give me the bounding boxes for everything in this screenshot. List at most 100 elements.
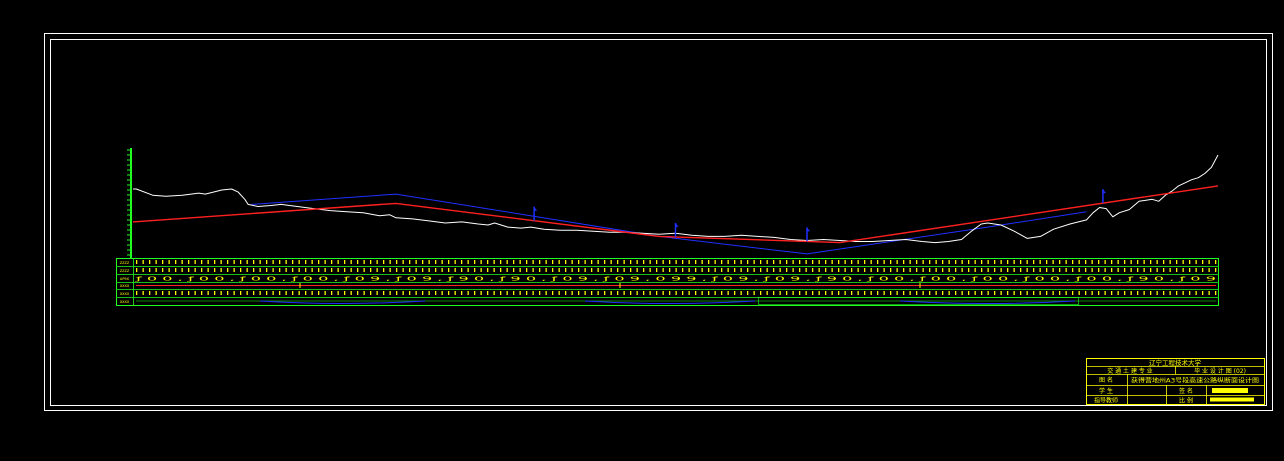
data-band-tick — [1078, 291, 1080, 295]
data-band-tick — [545, 291, 547, 295]
elevation-axis — [127, 148, 132, 258]
data-band-tick — [974, 291, 976, 295]
data-band-tick — [1033, 268, 1035, 272]
data-band-tick — [1124, 291, 1126, 295]
data-band-tick — [409, 291, 411, 295]
data-band-tick — [474, 260, 476, 264]
data-band-tick — [1046, 268, 1048, 272]
student-signature-bar — [1212, 388, 1248, 393]
data-band-tick — [259, 260, 261, 264]
data-band-tick — [298, 260, 300, 264]
data-band-tick — [1091, 268, 1093, 272]
data-band-tick — [188, 260, 190, 264]
data-band-tick — [792, 268, 794, 272]
data-band-tick — [1020, 268, 1022, 272]
data-band-tick — [1117, 268, 1119, 272]
data-band-tick — [285, 291, 287, 295]
data-band-tick — [643, 291, 645, 295]
data-band-tick — [1130, 291, 1132, 295]
data-band-tick — [168, 268, 170, 272]
data-band-tick — [1039, 260, 1041, 264]
data-band-tick — [903, 291, 905, 295]
data-band-tick — [428, 268, 430, 272]
data-band-tick — [669, 260, 671, 264]
data-band-tick — [961, 268, 963, 272]
data-band-tick — [805, 291, 807, 295]
scale-label: 比 例 — [1179, 397, 1193, 405]
data-band-tick — [181, 291, 183, 295]
cad-drawing-viewport[interactable]: ZZZZ ZZZZ AP9X ƒ 0 0 , ƒ 0 0 , ƒ 0 0 , ƒ 0 … — [0, 0, 1284, 457]
data-band-tick — [825, 260, 827, 264]
data-band-tick — [610, 268, 612, 272]
data-band-tick — [760, 291, 762, 295]
data-band-tick — [1156, 291, 1158, 295]
data-band-tick — [1085, 268, 1087, 272]
data-band-tick — [409, 260, 411, 264]
data-band-tick — [415, 291, 417, 295]
data-band-tick — [643, 268, 645, 272]
data-band-tick — [909, 291, 911, 295]
data-band-tick — [948, 260, 950, 264]
data-band-tick — [227, 268, 229, 272]
data-band-tick — [753, 291, 755, 295]
data-band-tick — [142, 260, 144, 264]
data-band-vertical-curve — [899, 300, 1076, 304]
date-label: 签 名 — [1179, 387, 1193, 395]
data-band-tick — [1176, 291, 1178, 295]
data-band-tick — [1007, 291, 1009, 295]
data-band-tick — [734, 260, 736, 264]
data-band-row-label: AP9X — [120, 277, 130, 281]
data-band-tick — [279, 268, 281, 272]
data-band-tick — [376, 260, 378, 264]
data-band-tick — [357, 260, 359, 264]
supervisor-signature-bar — [1210, 397, 1254, 402]
data-band-tick — [721, 260, 723, 264]
data-band-tick — [617, 291, 619, 295]
data-band-tick — [1091, 260, 1093, 264]
data-band-tick — [675, 291, 677, 295]
data-band-tick — [324, 260, 326, 264]
data-band-tick — [441, 291, 443, 295]
data-band-tick — [1215, 291, 1217, 295]
data-band-tick — [532, 268, 534, 272]
data-band-tick — [149, 291, 151, 295]
data-band-tick — [714, 291, 716, 295]
data-band-tick — [558, 291, 560, 295]
data-band-tick — [357, 268, 359, 272]
data-band-tick — [422, 268, 424, 272]
data-band-tick — [480, 268, 482, 272]
data-band-tick — [526, 260, 528, 264]
data-band-tick — [532, 291, 534, 295]
data-band-tick — [149, 260, 151, 264]
data-band-tick — [357, 291, 359, 295]
data-band-tick — [864, 291, 866, 295]
data-band-tick — [708, 260, 710, 264]
data-band-tick — [656, 260, 658, 264]
data-band-tick — [467, 291, 469, 295]
data-band-tick — [155, 260, 157, 264]
data-band-tick — [435, 268, 437, 272]
data-band-tick — [233, 268, 235, 272]
data-band-tick — [695, 260, 697, 264]
data-band-tick — [422, 260, 424, 264]
data-band-tick — [831, 291, 833, 295]
data-band-tick — [344, 291, 346, 295]
drawing-name: 获得营地州A3号段高速公路纵断面设计图 — [1131, 377, 1259, 385]
data-band-tick — [142, 291, 144, 295]
data-band-tick — [740, 291, 742, 295]
data-band-row-label: XXXX — [120, 300, 130, 304]
data-band-tick — [272, 291, 274, 295]
data-band-tick — [942, 268, 944, 272]
data-band-tick — [1013, 291, 1015, 295]
data-band-tick — [935, 291, 937, 295]
outer-frame — [44, 33, 1273, 411]
data-band-tick — [162, 260, 164, 264]
data-band-tick — [272, 268, 274, 272]
data-band-tick — [500, 291, 502, 295]
data-band-tick — [675, 260, 677, 264]
data-band-tick — [1208, 291, 1210, 295]
data-band-tick — [519, 268, 521, 272]
data-band-row-label: XXXX — [120, 292, 130, 296]
data-band-tick — [1137, 291, 1139, 295]
data-band-tick — [1033, 291, 1035, 295]
